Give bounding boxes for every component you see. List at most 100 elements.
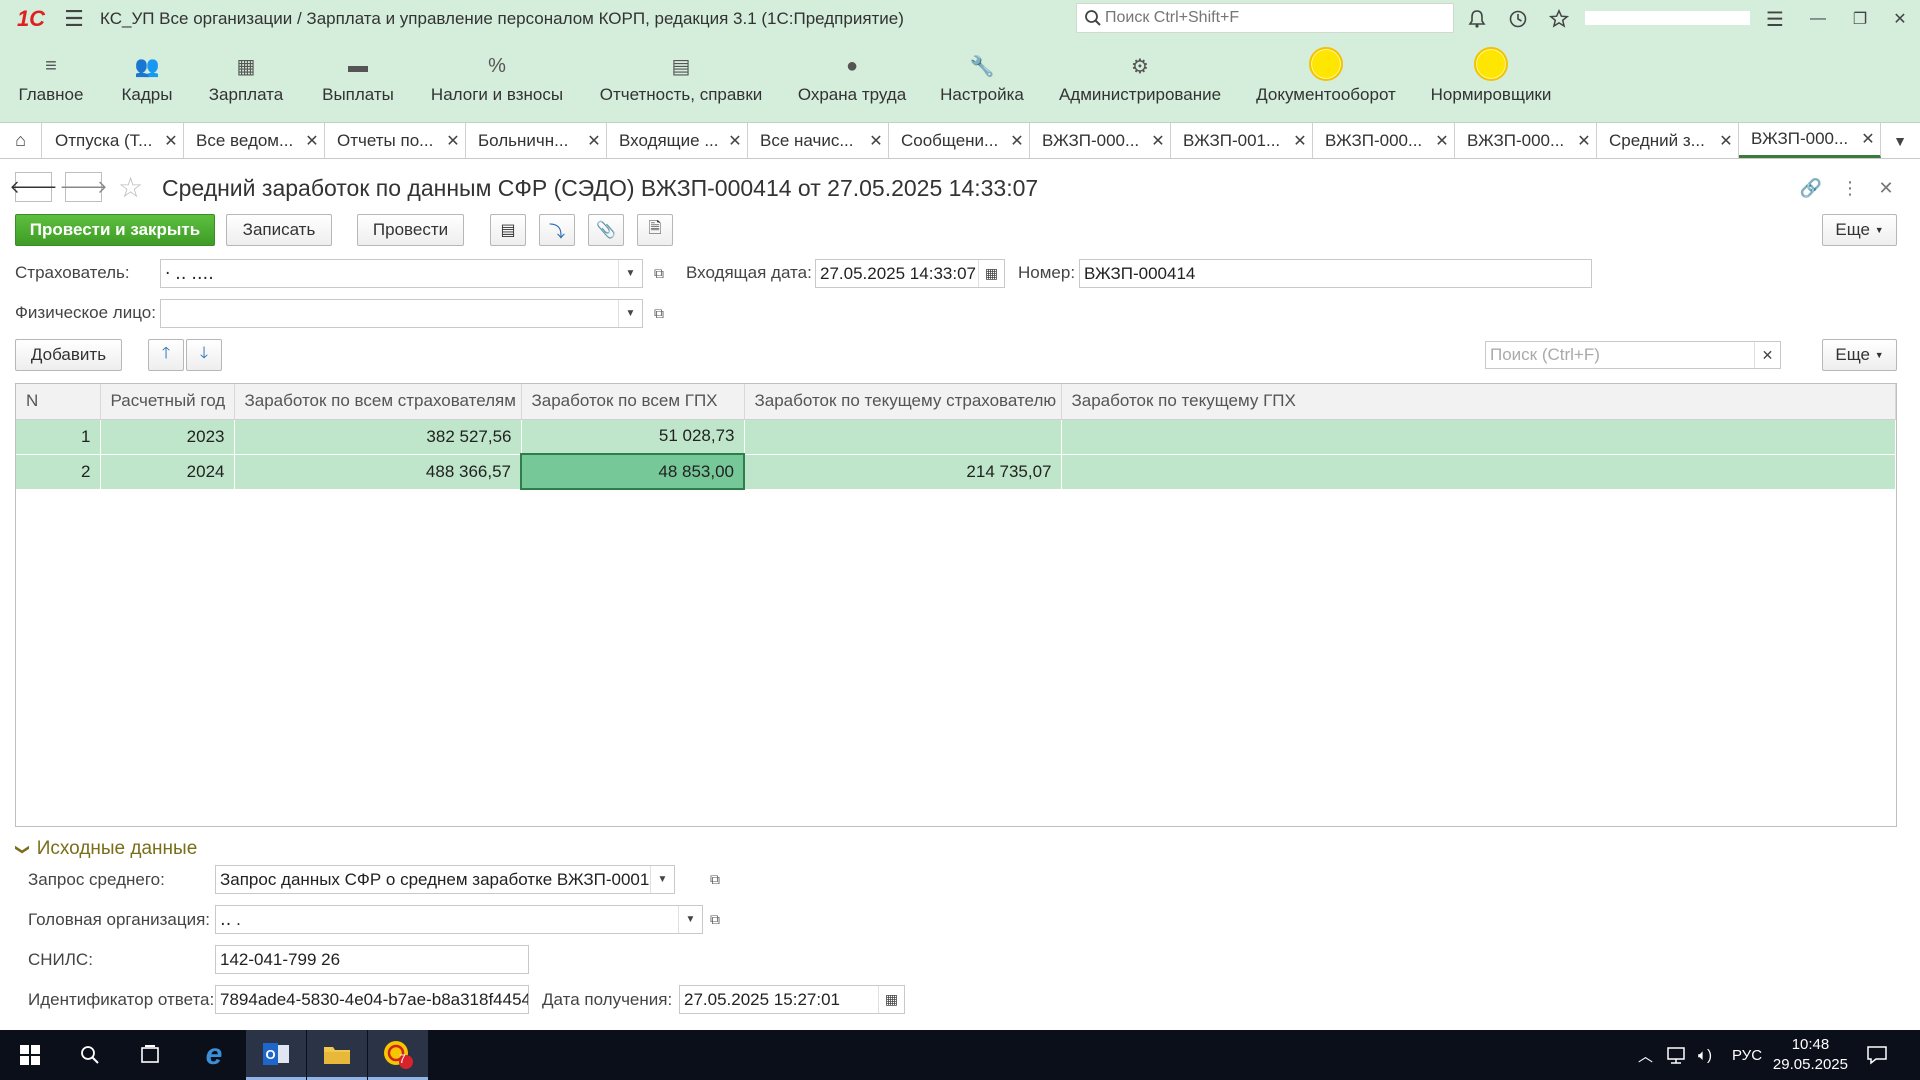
section-administration[interactable]: ⚙ Администрирование [1059,37,1221,123]
calendar-icon[interactable]: ▦ [878,986,904,1013]
dropdown-arrow-icon[interactable]: ▼ [678,906,702,933]
close-tab-icon[interactable]: ✕ [1572,131,1596,151]
create-based-on-icon[interactable]: ⤵ [539,214,575,246]
tab-item[interactable]: ВЖЗП-000... ✕ [1313,123,1455,158]
favorites-star-icon[interactable] [1544,4,1574,34]
received-date-field[interactable]: 27.05.2025 15:27:01 ▦ [679,985,905,1014]
cell-current-gph[interactable] [1061,419,1896,455]
close-tab-icon[interactable]: ✕ [1146,131,1170,151]
clear-search-icon[interactable]: ✕ [1754,342,1780,368]
forward-button[interactable]: 🡒 [59,172,108,202]
more-button[interactable]: Еще ▼ [1822,214,1897,246]
add-to-favorites-icon[interactable]: ☆ [118,171,143,204]
print-list-icon[interactable]: ▤ [490,214,526,246]
tab-item[interactable]: Все ведом... ✕ [184,123,325,158]
request-field[interactable]: Запрос данных СФР о среднем заработке ВЖ… [215,865,675,894]
close-tab-icon[interactable]: ✕ [1288,131,1312,151]
global-search-input[interactable] [1105,9,1445,27]
cell-year[interactable]: 2024 [100,454,235,490]
dropdown-arrow-icon[interactable]: ▼ [650,866,674,893]
tab-item[interactable]: ВЖЗП-000... ✕ [1030,123,1171,158]
cell-current-gph[interactable] [1061,454,1896,490]
tab-item[interactable]: ВЖЗП-001... ✕ [1171,123,1313,158]
person-field[interactable]: ▼ [160,299,643,328]
column-header-all-gph[interactable]: Заработок по всем ГПХ [521,384,745,420]
cell-n[interactable]: 1 [16,419,101,455]
close-tab-icon[interactable]: ✕ [1856,129,1880,149]
main-menu-icon[interactable]: ☰ [56,0,92,37]
cell-all-gph-selected[interactable]: 48 853,00 [520,453,745,490]
open-icon[interactable]: ⧉ [647,259,671,288]
section-settings[interactable]: 🔧 Настройка [940,37,1024,123]
open-icon[interactable]: ⧉ [647,299,671,328]
close-tab-icon[interactable]: ✕ [1430,131,1454,151]
close-tab-icon[interactable]: ✕ [1005,131,1029,151]
close-tab-icon[interactable]: ✕ [159,131,183,151]
number-field[interactable]: ВЖЗП-000414 [1079,259,1592,288]
close-tab-icon[interactable]: ✕ [300,131,324,151]
action-center-icon[interactable] [1866,1030,1888,1080]
link-icon[interactable]: 🔗 [1796,174,1826,202]
history-icon[interactable] [1503,4,1533,34]
close-window-icon[interactable]: ✕ [1880,4,1920,34]
task-view-icon[interactable] [120,1030,180,1080]
tab-item[interactable]: Отчеты по... ✕ [325,123,466,158]
table-search-field[interactable]: Поиск (Ctrl+F) ✕ [1485,341,1781,369]
section-salary[interactable]: ▦ Зарплата [204,37,288,123]
column-header-n[interactable]: N [16,384,101,420]
outlook-icon[interactable]: O [246,1030,306,1080]
more-actions-icon[interactable]: ⋮ [1835,174,1865,202]
incoming-date-field[interactable]: 27.05.2025 14:33:07 ▦ [815,259,1005,288]
column-header-year[interactable]: Расчетный год [100,384,235,420]
volume-icon[interactable]: 🔈︎) [1698,1030,1712,1080]
tab-item-active[interactable]: ВЖЗП-000... ✕ [1739,123,1881,158]
system-clock[interactable]: 10:48 29.05.2025 [1773,1035,1848,1075]
tab-item[interactable]: Все начис... ✕ [748,123,889,158]
cell-year[interactable]: 2023 [100,419,235,455]
internet-explorer-icon[interactable]: e [184,1030,244,1080]
table-row[interactable]: 1 2023 382 527,56 51 028,73 [16,419,1896,455]
open-icon[interactable]: ⧉ [703,905,727,934]
close-tab-icon[interactable]: ✕ [1714,131,1738,151]
source-data-group-toggle[interactable]: ❯ Исходные данные [15,838,197,860]
insurer-field[interactable]: ‧ ‥ ‥‥ ▼ [160,259,643,288]
section-reports[interactable]: ▤ Отчетность, справки [598,37,764,123]
settings-list-icon[interactable]: ☰ [1760,4,1790,34]
close-tab-icon[interactable]: ✕ [864,131,888,151]
snils-field[interactable]: 142-041-799 26 [215,945,529,974]
tab-item[interactable]: Сообщени... ✕ [889,123,1030,158]
attachment-icon[interactable]: 📎 [588,214,624,246]
section-document-flow[interactable]: Документооборот [1256,37,1396,123]
home-icon[interactable]: ⌂ [0,123,42,158]
minimize-icon[interactable]: — [1798,4,1838,34]
column-header-current-insurer[interactable]: Заработок по текущему страхователю [744,384,1062,420]
add-row-button[interactable]: Добавить [15,339,122,371]
close-tab-icon[interactable]: ✕ [441,131,465,151]
bell-icon[interactable] [1462,4,1492,34]
close-tab-icon[interactable]: ✕ [582,131,606,151]
column-header-all-insurers[interactable]: Заработок по всем страхователям [234,384,522,420]
global-search[interactable] [1076,3,1454,33]
file-explorer-icon[interactable] [307,1030,367,1080]
section-normalizers[interactable]: Нормировщики [1431,37,1551,123]
move-up-icon[interactable]: 🡑 [148,339,184,371]
table-row[interactable]: 2 2024 488 366,57 48 853,00 214 735,07 [16,453,1896,490]
tabs-dropdown-icon[interactable]: ▼ [1880,123,1920,158]
dropdown-arrow-icon[interactable]: ▼ [618,300,642,327]
response-id-field[interactable]: 7894ade4-5830-4e04-b7ae-b8a318f4454d [215,985,529,1014]
cell-all-gph[interactable]: 51 028,73 [521,419,745,455]
restore-icon[interactable]: ❐ [1840,4,1880,34]
tab-item[interactable]: Отпуска (Т... ✕ [43,123,184,158]
tab-item[interactable]: Больничн... ✕ [466,123,607,158]
cell-current-insurer[interactable] [744,419,1062,455]
language-indicator[interactable]: РУС [1732,1030,1762,1080]
section-personnel[interactable]: 👥 Кадры [112,37,182,123]
tab-item[interactable]: Средний з... ✕ [1597,123,1739,158]
tab-item[interactable]: Входящие ... ✕ [607,123,748,158]
table-more-button[interactable]: Еще ▼ [1822,339,1897,371]
section-main[interactable]: ≡ Главное [14,37,88,123]
report-structure-icon[interactable]: 🗎 [637,214,673,246]
close-form-icon[interactable]: ✕ [1871,174,1901,202]
1c-enterprise-icon[interactable]: 7 [368,1030,428,1080]
cell-current-insurer[interactable]: 214 735,07 [744,454,1062,490]
